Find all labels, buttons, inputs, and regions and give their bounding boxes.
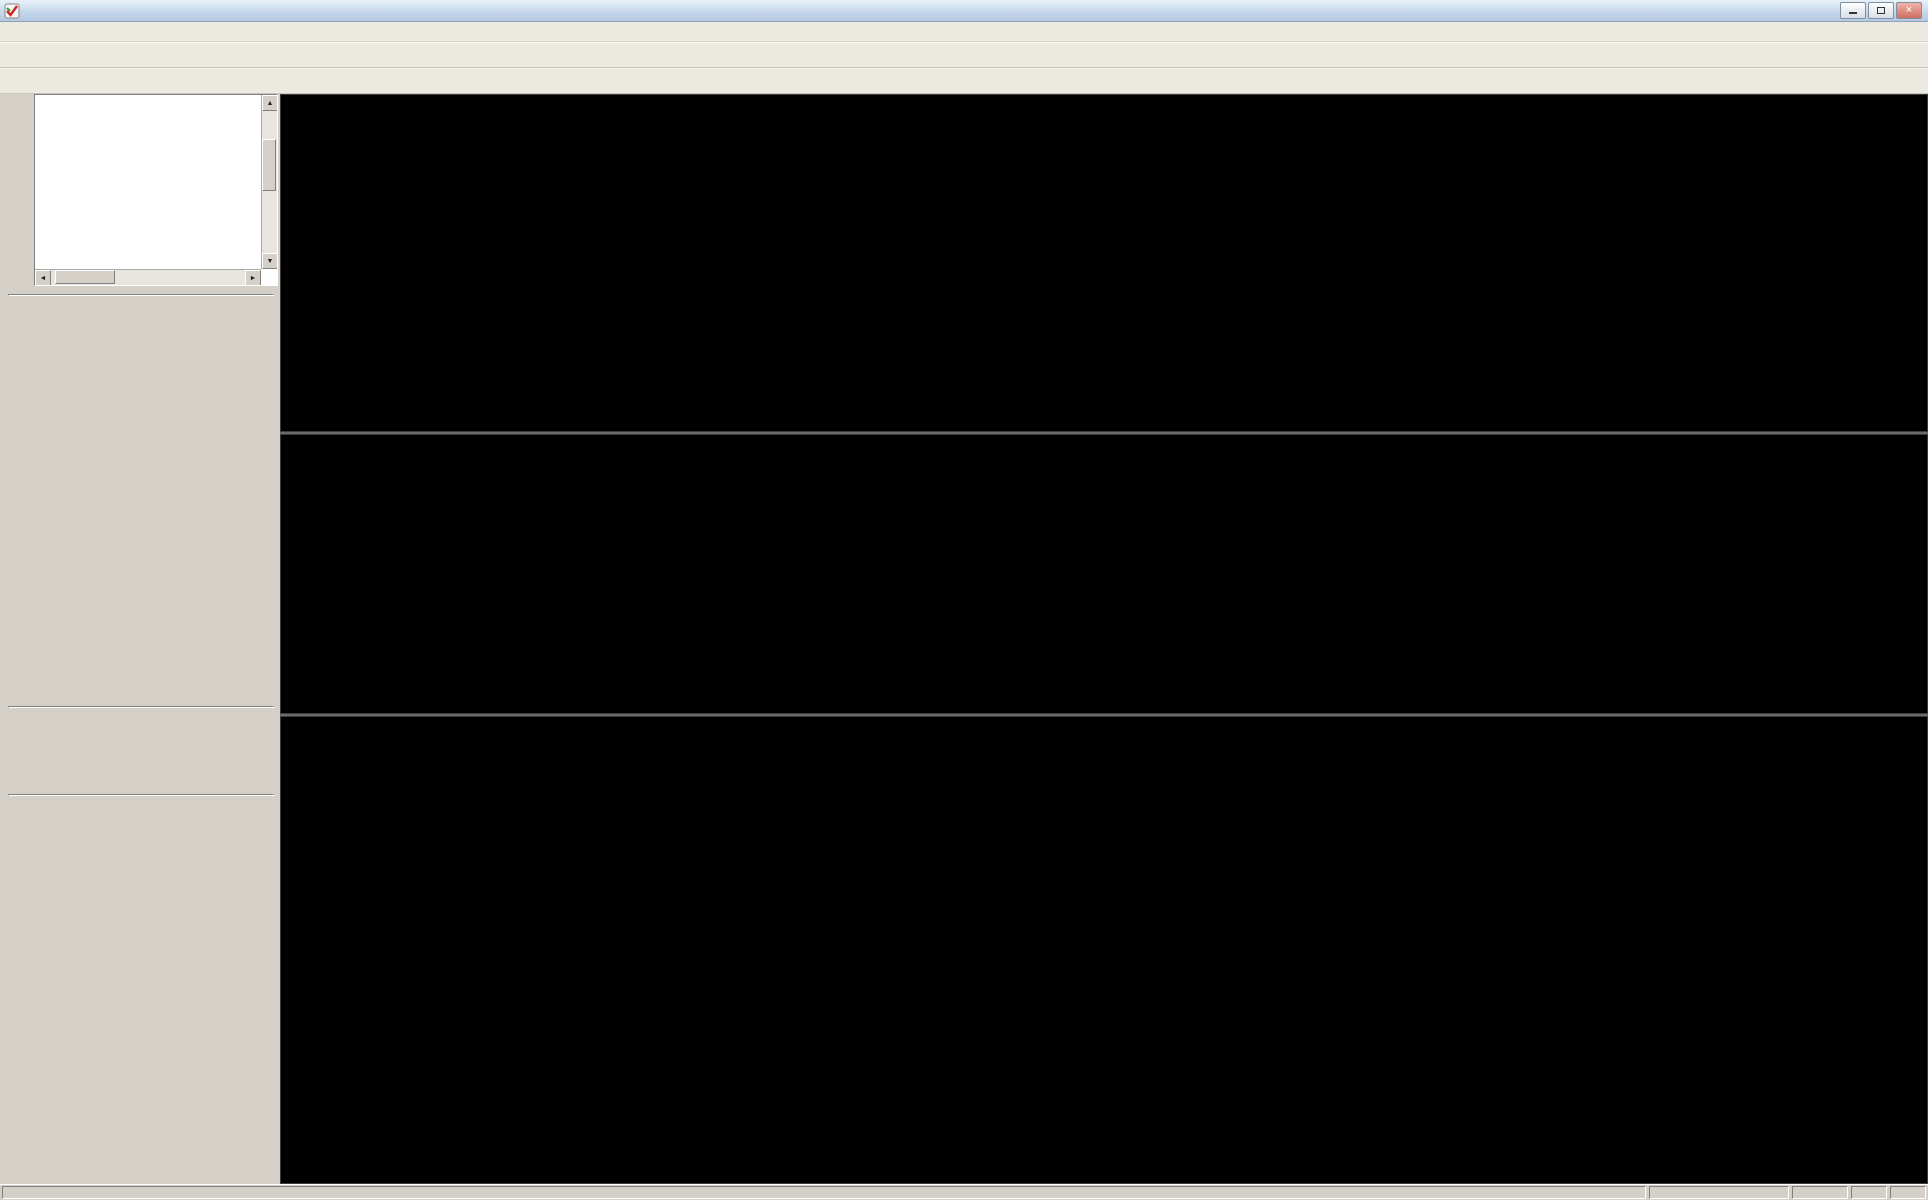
scroll-right-icon[interactable]: ►: [245, 270, 261, 286]
views-area: [280, 94, 1928, 1184]
swath-view: [280, 716, 1928, 1184]
title-bar[interactable]: ×: [0, 0, 1928, 22]
tree-vscroll-track[interactable]: [262, 111, 277, 253]
tree-hscroll-track[interactable]: [51, 270, 245, 285]
tree-hscroll-thumb[interactable]: [55, 270, 115, 284]
plan-canvas[interactable]: [281, 435, 581, 585]
project-tree: ▲ ▼ ◄ ►: [34, 94, 278, 286]
minimize-button[interactable]: [1840, 2, 1866, 19]
close-button[interactable]: ×: [1896, 2, 1922, 19]
validator-window: × ▲ ▼ ◄ ►: [0, 0, 1928, 94]
profile-canvas[interactable]: [281, 95, 581, 245]
cursor-info-panel: [8, 794, 274, 796]
tree-horizontal-scrollbar[interactable]: ◄ ►: [35, 269, 261, 285]
tree-vertical-scrollbar[interactable]: ▲ ▼: [261, 95, 277, 269]
profile-view: [280, 94, 1928, 432]
status-num-indicator: [1792, 1186, 1848, 1199]
main-area: ▲ ▼ ◄ ►: [0, 94, 1928, 1184]
maximize-button[interactable]: [1868, 2, 1894, 19]
status-pane-3: [1890, 1186, 1926, 1199]
tree-vscroll-thumb[interactable]: [262, 139, 276, 191]
point-info-panel: [8, 294, 274, 296]
status-pane-1: [1649, 1186, 1789, 1199]
app-icon: [4, 3, 20, 19]
status-pane-2: [1851, 1186, 1887, 1199]
secondary-toolbar: [0, 68, 1928, 94]
menu-bar: [0, 22, 1928, 42]
swath-canvas[interactable]: [281, 717, 581, 867]
maximize-icon: [1877, 7, 1885, 14]
scroll-left-icon[interactable]: ◄: [35, 270, 51, 286]
status-bar: [0, 1184, 1928, 1200]
scroll-down-icon[interactable]: ▼: [262, 253, 278, 269]
scroll-up-icon[interactable]: ▲: [262, 95, 278, 111]
general-info-panel: [8, 706, 274, 708]
minimize-icon: [1849, 7, 1857, 14]
main-toolbar: [0, 42, 1928, 68]
left-panel: ▲ ▼ ◄ ►: [0, 94, 280, 1184]
status-help-text: [2, 1186, 1646, 1199]
project-tree-rows: [35, 95, 261, 269]
plan-view: [280, 434, 1928, 714]
close-icon: ×: [1906, 5, 1912, 16]
